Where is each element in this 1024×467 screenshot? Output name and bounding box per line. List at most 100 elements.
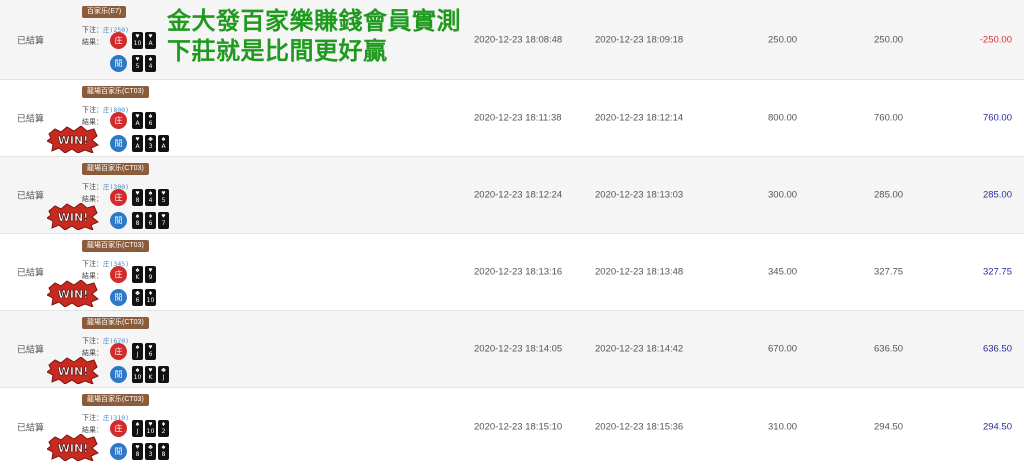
card-suit-icon: ♠: [135, 421, 140, 428]
banker-hand: 庄 ♥ 10 ♥ A: [110, 32, 156, 49]
status-text: 已結算: [17, 113, 45, 124]
card-rank: 4: [148, 63, 153, 70]
playing-card: ♥ 7: [158, 212, 169, 229]
card-suit-icon: ♥: [135, 33, 140, 40]
card-suit-icon: ♥: [135, 444, 140, 451]
playing-card: ♦ 10: [145, 289, 156, 306]
player-circle: 閒: [110, 443, 127, 460]
playing-card: ♦ 2: [158, 420, 169, 437]
playing-card: ♠ 8: [132, 212, 143, 229]
game-tag: 百家乐(E7): [82, 6, 127, 18]
win-badge-text: WIN!: [58, 442, 88, 455]
playing-card: ♥ A: [132, 112, 143, 129]
card-suit-icon: ♠: [161, 136, 166, 143]
card-rank: 10: [146, 428, 155, 435]
card-rank: 6: [135, 297, 140, 304]
playing-card: ♠ 4: [145, 189, 156, 206]
win-loss: 294.50: [982, 421, 1012, 433]
card-suit-icon: ♥: [135, 190, 140, 197]
card-suit-icon: ♥: [135, 56, 140, 63]
playing-card: ♣ 3: [145, 443, 156, 460]
card-rank: A: [135, 143, 140, 150]
player-circle: 閒: [110, 366, 127, 383]
playing-card: ♣ 3: [145, 135, 156, 152]
playing-card: ♥ 10: [132, 32, 143, 49]
bet-time: 2020-12-23 18:12:24: [474, 189, 563, 201]
playing-card: ♥ 8: [132, 189, 143, 206]
card-suit-icon: ♠: [135, 367, 140, 374]
card-rank: 5: [135, 63, 140, 70]
card-rank: 5: [161, 197, 166, 204]
playing-card: ♥ A: [132, 135, 143, 152]
banker-circle: 庄: [110, 112, 127, 129]
player-hand: 閒 ♠ 10 ♥ K ♣ J: [110, 366, 169, 383]
card-suit-icon: ♦: [161, 421, 166, 428]
win-badge-text: WIN!: [58, 134, 88, 147]
card-suit-icon: ♠: [135, 344, 140, 351]
card-rank: 4: [148, 197, 153, 204]
player-hand: 閒 ♥ A ♣ 3 ♠ A: [110, 135, 169, 152]
bet-time: 2020-12-23 18:14:05: [474, 343, 563, 355]
win-loss: 760.00: [982, 112, 1012, 124]
valid-bet: 760.00: [874, 112, 904, 124]
card-rank: 10: [146, 297, 155, 304]
card-rank: K: [148, 374, 153, 381]
win-loss: 327.75: [982, 266, 1012, 278]
card-suit-icon: ♠: [148, 113, 153, 120]
card-rank: 8: [135, 197, 140, 204]
player-hand: 閒 ♥ 8 ♣ 3 ♠ 8: [110, 443, 169, 460]
card-suit-icon: ♥: [161, 190, 166, 197]
bet-label: 下注：: [82, 27, 103, 34]
bet-label: 下注：: [82, 261, 103, 268]
card-rank: 6: [148, 120, 153, 127]
playing-card: ♥ 5: [158, 189, 169, 206]
card-rank: J: [136, 351, 139, 358]
card-suit-icon: ♥: [148, 267, 153, 274]
card-rank: 8: [161, 451, 166, 458]
card-rank: A: [148, 40, 153, 47]
card-suit-icon: ♦: [148, 290, 153, 297]
win-badge-text: WIN!: [58, 365, 88, 378]
win-badge-icon: WIN!: [47, 280, 99, 307]
banker-circle: 庄: [110, 343, 127, 360]
card-suit-icon: ♠: [161, 444, 166, 451]
card-suit-icon: ♥: [148, 33, 153, 40]
win-badge-text: WIN!: [58, 211, 88, 224]
win-badge-icon: WIN!: [47, 203, 99, 230]
playing-card: ♠ 8: [158, 443, 169, 460]
playing-card: ♠ 4: [145, 55, 156, 72]
bet-time: 2020-12-23 18:11:38: [474, 112, 562, 124]
card-suit-icon: ♣: [148, 136, 153, 143]
playing-card: ♦ 6: [145, 212, 156, 229]
card-suit-icon: ♠: [135, 213, 140, 220]
status-text: 已結算: [17, 267, 45, 278]
settle-time: 2020-12-23 18:14:42: [595, 343, 684, 355]
card-rank: 7: [161, 220, 166, 227]
card-suit-icon: ♠: [135, 267, 140, 274]
banker-circle: 庄: [110, 189, 127, 206]
card-suit-icon: ♥: [135, 136, 140, 143]
table-row: 已結算 龍場百家乐(CT03) 下注：庄(670) 結果： 庄 ♠ J ♥ 6 閒 …: [0, 311, 1024, 388]
valid-bet: 285.00: [874, 189, 904, 201]
bet-label: 下注：: [82, 107, 103, 114]
banker-hand: 庄 ♥ 8 ♠ 4 ♥ 5: [110, 189, 169, 206]
playing-card: ♥ K: [145, 366, 156, 383]
game-tag: 龍場百家乐(CT03): [82, 86, 149, 98]
settle-time: 2020-12-23 18:12:14: [595, 112, 684, 124]
card-rank: J: [136, 428, 139, 435]
card-rank: 2: [161, 428, 166, 435]
card-suit-icon: ♥: [135, 113, 140, 120]
card-rank: J: [162, 374, 165, 381]
card-rank: 8: [135, 451, 140, 458]
game-tag: 龍場百家乐(CT03): [82, 163, 149, 175]
win-loss: 636.50: [982, 343, 1012, 355]
valid-bet: 636.50: [874, 343, 904, 355]
bet-history-table: 已結算 百家乐(E7) 下注：庄(250) 結果： 庄 ♥ 10 ♥ A 閒 ♥ 5 …: [0, 0, 1024, 466]
card-rank: 3: [148, 451, 153, 458]
player-circle: 閒: [110, 55, 127, 72]
card-rank: 3: [148, 143, 153, 150]
overlay-line-2: 下莊就是比間更好贏: [167, 37, 388, 65]
win-badge-text: WIN!: [58, 288, 88, 301]
playing-card: ♠ A: [158, 135, 169, 152]
card-suit-icon: ♥: [148, 367, 153, 374]
